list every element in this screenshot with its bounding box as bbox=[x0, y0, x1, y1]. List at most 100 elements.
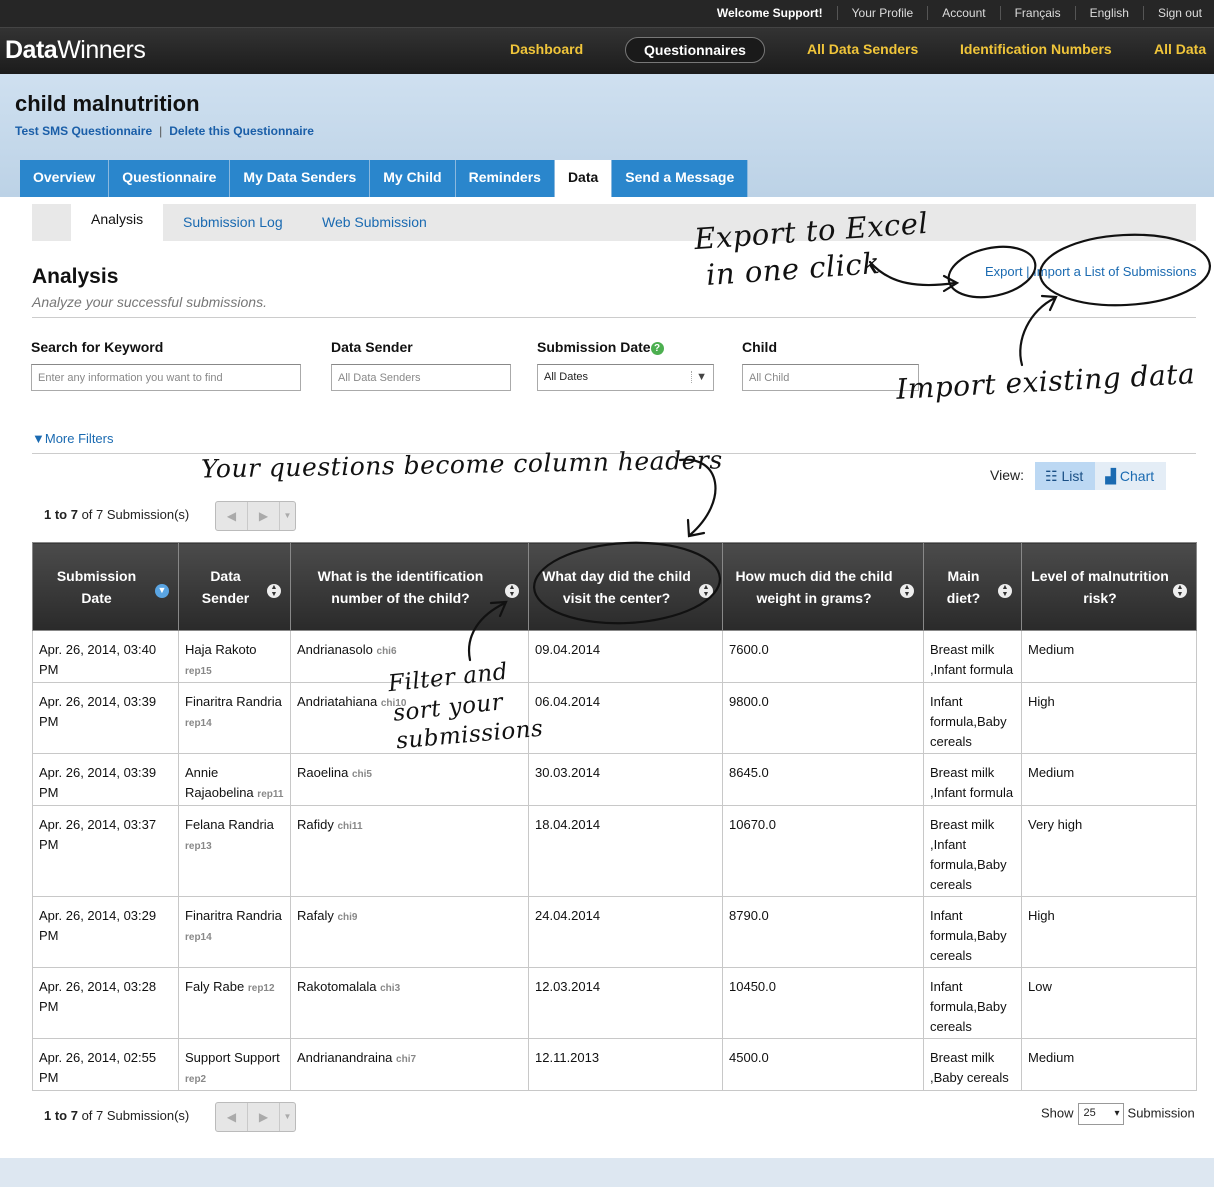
column-header-data-sender[interactable]: Data Sender ▲ ▼ bbox=[178, 542, 291, 631]
table-row[interactable]: Apr. 26, 2014, 03:39 PM Annie Rajaobelin… bbox=[32, 753, 1197, 806]
cell-visit: 24.04.2014 bbox=[528, 896, 723, 968]
tab-data[interactable]: Data bbox=[554, 160, 613, 197]
subtab-submission-log[interactable]: Submission Log bbox=[183, 214, 283, 230]
sort-icon[interactable]: ▲ ▼ bbox=[699, 584, 713, 598]
cell-child: Raoelina chi5 bbox=[290, 753, 529, 806]
table-row[interactable]: Apr. 26, 2014, 03:37 PM Felana Randria re… bbox=[32, 805, 1197, 897]
table-header-row: Submission Date ▼ Data Sender ▲ ▼ What is t… bbox=[32, 542, 1197, 631]
nav-all-data-senders[interactable]: All Data Senders bbox=[807, 41, 918, 57]
cell-diet: Breast milk ,Infant formula bbox=[923, 630, 1022, 683]
tab-reminders[interactable]: Reminders bbox=[455, 160, 555, 197]
previous-page-button[interactable]: ◀ bbox=[216, 1103, 248, 1131]
column-header-identification-number[interactable]: What is the identification number of the… bbox=[290, 542, 529, 631]
subtab-analysis[interactable]: Analysis bbox=[71, 204, 164, 241]
tab-my-child[interactable]: My Child bbox=[370, 160, 456, 197]
keyword-label: Search for Keyword bbox=[31, 339, 164, 355]
nav-questionnaires[interactable]: Questionnaires bbox=[625, 37, 765, 63]
nav-dashboard[interactable]: Dashboard bbox=[510, 41, 583, 57]
table-row[interactable]: Apr. 26, 2014, 02:55 PM Support Support r… bbox=[32, 1038, 1197, 1091]
account-link[interactable]: Account bbox=[928, 6, 1001, 20]
column-header-main-diet[interactable]: Main diet? ▲ ▼ bbox=[923, 542, 1022, 631]
cell-visit: 18.04.2014 bbox=[528, 805, 723, 897]
column-header-visit-day[interactable]: What day did the child visit the center?… bbox=[528, 542, 723, 631]
cell-child: Rakotomalala chi3 bbox=[290, 967, 529, 1039]
cell-sender: Finaritra Randria rep14 bbox=[178, 682, 291, 754]
tab-questionnaire[interactable]: Questionnaire bbox=[109, 160, 231, 197]
view-toggle: ☷ List ▟ Chart bbox=[1035, 462, 1167, 490]
cell-date: Apr. 26, 2014, 03:39 PM bbox=[32, 753, 179, 806]
cell-visit: 06.04.2014 bbox=[528, 682, 723, 754]
export-import-links[interactable]: Export | Import a List of Submissions bbox=[985, 264, 1196, 279]
sort-icon[interactable]: ▲ ▼ bbox=[998, 584, 1012, 598]
tab-my-data-senders[interactable]: My Data Senders bbox=[230, 160, 371, 197]
submission-count: 1 to 7 of 7 Submission(s) bbox=[44, 507, 190, 522]
help-icon[interactable]: ? bbox=[650, 342, 664, 355]
test-sms-questionnaire-link[interactable]: Test SMS Questionnaire bbox=[15, 124, 152, 138]
list-view-button[interactable]: ☷ List bbox=[1035, 462, 1096, 490]
cell-date: Apr. 26, 2014, 03:40 PM bbox=[32, 630, 179, 683]
page-title: child malnutrition bbox=[15, 91, 200, 116]
divider bbox=[32, 317, 1196, 318]
data-sender-field[interactable]: All Data Senders bbox=[331, 364, 511, 391]
sign-out-link[interactable]: Sign out bbox=[1144, 6, 1204, 20]
tab-overview[interactable]: Overview bbox=[20, 160, 110, 197]
sort-icon[interactable]: ▲ ▼ bbox=[900, 584, 914, 598]
child-filter-field[interactable]: All Child bbox=[742, 364, 919, 391]
cell-date: Apr. 26, 2014, 03:37 PM bbox=[32, 805, 179, 897]
table-row[interactable]: Apr. 26, 2014, 03:40 PM Haja Rakoto rep15… bbox=[32, 630, 1197, 683]
nav-all-data[interactable]: All Data bbox=[1154, 41, 1206, 57]
chart-view-button[interactable]: ▟ Chart bbox=[1095, 462, 1167, 490]
cell-risk: Low bbox=[1021, 967, 1197, 1039]
keyword-search-input[interactable]: Enter any information you want to find bbox=[31, 364, 301, 391]
project-header: child malnutrition Test SMS Questionnair… bbox=[0, 74, 1214, 197]
cell-risk: High bbox=[1021, 896, 1197, 968]
cell-sender: Haja Rakoto rep15 bbox=[178, 630, 291, 683]
francais-link[interactable]: Français bbox=[1001, 6, 1076, 20]
cell-date: Apr. 26, 2014, 02:55 PM bbox=[32, 1038, 179, 1091]
page-menu-button[interactable]: ▼ bbox=[280, 502, 295, 530]
cell-risk: Very high bbox=[1021, 805, 1197, 897]
cell-sender: Felana Randria rep13 bbox=[178, 805, 291, 897]
sort-icon[interactable]: ▲ ▼ bbox=[1173, 584, 1187, 598]
submissions-table: Submission Date ▼ Data Sender ▲ ▼ What is t… bbox=[32, 542, 1197, 1091]
cell-risk: High bbox=[1021, 682, 1197, 754]
sort-icon[interactable]: ▲ ▼ bbox=[267, 584, 281, 598]
separator: | bbox=[159, 124, 163, 138]
table-row[interactable]: Apr. 26, 2014, 03:29 PM Finaritra Randri… bbox=[32, 896, 1197, 968]
english-link[interactable]: English bbox=[1076, 6, 1144, 20]
list-icon: ☷ bbox=[1045, 468, 1062, 484]
sort-descending-icon[interactable]: ▼ bbox=[155, 584, 169, 598]
column-header-weight[interactable]: How much did the child weight in grams? ▲… bbox=[722, 542, 924, 631]
submission-date-select[interactable]: All Dates ▼ bbox=[537, 364, 714, 391]
column-header-submission-date[interactable]: Submission Date ▼ bbox=[32, 542, 179, 631]
subtab-web-submission[interactable]: Web Submission bbox=[322, 214, 427, 230]
previous-page-button[interactable]: ◀ bbox=[216, 502, 248, 530]
cell-weight: 10450.0 bbox=[722, 967, 924, 1039]
cell-date: Apr. 26, 2014, 03:29 PM bbox=[32, 896, 179, 968]
more-filters-toggle[interactable]: ▼More Filters bbox=[32, 431, 114, 446]
cell-weight: 4500.0 bbox=[722, 1038, 924, 1091]
nav-identification-numbers[interactable]: Identification Numbers bbox=[960, 41, 1112, 57]
column-header-malnutrition-risk[interactable]: Level of malnutrition risk? ▲ ▼ bbox=[1021, 542, 1197, 631]
page-menu-button[interactable]: ▼ bbox=[280, 1103, 295, 1131]
section-subtitle: Analyze your successful submissions. bbox=[32, 294, 267, 310]
tab-send-a-message[interactable]: Send a Message bbox=[612, 160, 749, 197]
table-row[interactable]: Apr. 26, 2014, 03:39 PM Finaritra Randri… bbox=[32, 682, 1197, 754]
welcome-text: Welcome Support! bbox=[703, 6, 838, 20]
table-row[interactable]: Apr. 26, 2014, 03:28 PM Faly Rabe rep12 … bbox=[32, 967, 1197, 1039]
datawinners-logo[interactable]: DataWinners bbox=[5, 36, 146, 65]
sort-icon[interactable]: ▲ ▼ bbox=[505, 584, 519, 598]
next-page-button[interactable]: ▶ bbox=[248, 1103, 280, 1131]
cell-weight: 8790.0 bbox=[722, 896, 924, 968]
delete-questionnaire-link[interactable]: Delete this Questionnaire bbox=[169, 124, 314, 138]
cell-diet: Breast milk ,Infant formula bbox=[923, 753, 1022, 806]
your-profile-link[interactable]: Your Profile bbox=[838, 6, 929, 20]
data-subtabs: Analysis Submission Log Web Submission bbox=[32, 204, 1196, 241]
data-panel: Analysis Submission Log Web Submission A… bbox=[6, 197, 1214, 1158]
page-size-select[interactable]: 25 bbox=[1077, 1103, 1124, 1125]
cell-risk: Medium bbox=[1021, 1038, 1197, 1091]
data-sender-label: Data Sender bbox=[331, 339, 413, 355]
cell-risk: Medium bbox=[1021, 630, 1197, 683]
cell-visit: 12.11.2013 bbox=[528, 1038, 723, 1091]
next-page-button[interactable]: ▶ bbox=[248, 502, 280, 530]
